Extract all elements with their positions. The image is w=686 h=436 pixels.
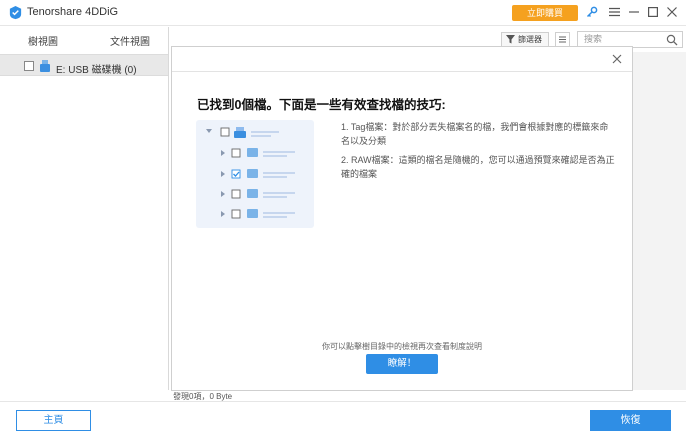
dialog-hint: 你可以點擊樹目錄中的檢視再次查看制度說明 (322, 342, 482, 351)
usb-drive-icon (40, 60, 50, 72)
tip-tag-files: 1. Tag檔案：對於部分丟失檔案名的檔，我們會根據對應的標籤來命名以及分類 (341, 122, 609, 146)
sidebar-tabs: 樹視圖 文件視圖 (0, 27, 168, 49)
tip-raw-files: 2. RAW檔案：這類的檔名是隨機的，您可以通過預覽來確認是否為正確的檔案 (341, 155, 615, 179)
buy-button[interactable]: 立即購買 (512, 5, 578, 21)
tree-item-label: E: USB 磁碟機 (0) (56, 65, 137, 76)
tab-tree-view[interactable]: 樹視圖 (28, 33, 58, 48)
home-button[interactable]: 主頁 (16, 410, 91, 431)
app-logo-icon (9, 5, 22, 20)
search-icon[interactable] (666, 34, 678, 46)
maximize-icon[interactable] (646, 4, 660, 20)
filter-icon (506, 35, 515, 44)
app-title: Tenorshare 4DDiG (27, 6, 119, 18)
tree-item-checkbox[interactable] (24, 61, 34, 71)
list-view-button[interactable] (555, 32, 570, 47)
list-view-icon (559, 36, 566, 43)
dialog-close-icon[interactable] (610, 52, 624, 66)
search-placeholder: 搜索 (584, 34, 603, 44)
key-icon[interactable] (585, 4, 599, 20)
tree-illustration-icon (206, 127, 295, 219)
dialog-header (172, 47, 632, 72)
tree-item-usb[interactable]: E: USB 磁碟機 (0) (0, 54, 168, 76)
recover-button[interactable]: 恢復 (590, 410, 671, 431)
filter-label: 篩選器 (518, 35, 542, 44)
dialog-title: 已找到0個檔。下面是一些有效查找檔的技巧: (197, 98, 446, 112)
tree-illustration (196, 120, 314, 228)
title-bar: Tenorshare 4DDiG 立即購買 (0, 0, 686, 26)
close-window-icon[interactable] (665, 4, 679, 20)
file-list-area (632, 52, 686, 390)
bottom-bar: 主頁 恢復 (0, 401, 686, 436)
tab-file-view[interactable]: 文件視圖 (110, 33, 150, 48)
sidebar: 樹視圖 文件視圖 E: USB 磁碟機 (0) (0, 27, 169, 390)
menu-icon[interactable] (607, 4, 621, 20)
filter-button[interactable]: 篩選器 (501, 32, 549, 47)
minimize-icon[interactable] (627, 4, 641, 20)
got-it-button[interactable]: 瞭解！ (366, 354, 438, 374)
tips-dialog: 已找到0個檔。下面是一些有效查找檔的技巧: 1. Tag檔案：對於部分丟失檔案名… (171, 46, 633, 391)
